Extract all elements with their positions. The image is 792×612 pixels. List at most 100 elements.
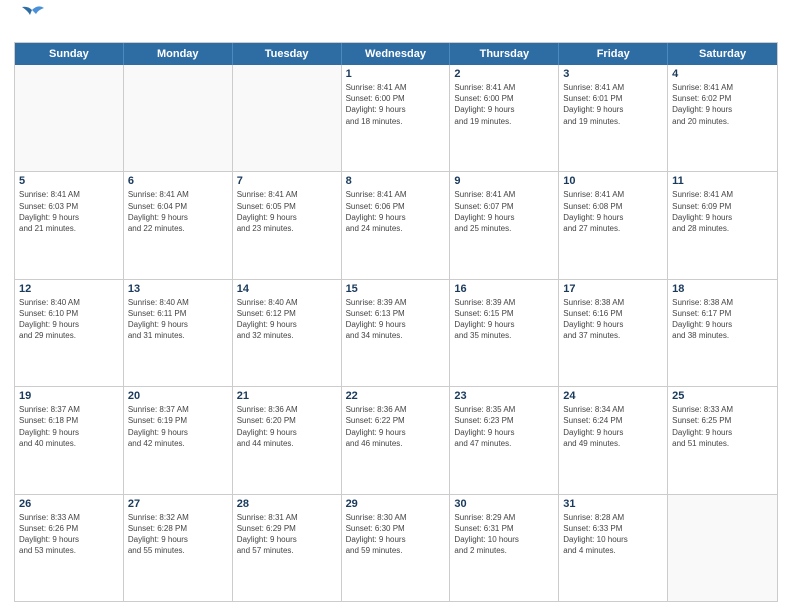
day-number: 30 (454, 498, 554, 510)
calendar-row-5: 26 Sunrise: 8:33 AM Sunset: 6:26 PM Dayli… (15, 495, 777, 601)
day-info: Sunrise: 8:28 AM Sunset: 6:33 PM Dayligh… (563, 512, 663, 557)
day-info: Sunrise: 8:36 AM Sunset: 6:22 PM Dayligh… (346, 404, 446, 449)
page: SundayMondayTuesdayWednesdayThursdayFrid… (0, 0, 792, 612)
day-cell-10: 10 Sunrise: 8:41 AM Sunset: 6:08 PM Dayli… (559, 172, 668, 278)
calendar-row-4: 19 Sunrise: 8:37 AM Sunset: 6:18 PM Dayli… (15, 387, 777, 494)
day-cell-empty-4-6 (668, 495, 777, 601)
day-number: 19 (19, 390, 119, 402)
weekday-header-saturday: Saturday (668, 43, 777, 65)
day-number: 24 (563, 390, 663, 402)
day-cell-19: 19 Sunrise: 8:37 AM Sunset: 6:18 PM Dayli… (15, 387, 124, 493)
day-info: Sunrise: 8:41 AM Sunset: 6:04 PM Dayligh… (128, 189, 228, 234)
day-cell-1: 1 Sunrise: 8:41 AM Sunset: 6:00 PM Daylig… (342, 65, 451, 171)
day-number: 11 (672, 175, 773, 187)
day-cell-28: 28 Sunrise: 8:31 AM Sunset: 6:29 PM Dayli… (233, 495, 342, 601)
day-info: Sunrise: 8:34 AM Sunset: 6:24 PM Dayligh… (563, 404, 663, 449)
day-number: 18 (672, 283, 773, 295)
weekday-header-tuesday: Tuesday (233, 43, 342, 65)
day-number: 14 (237, 283, 337, 295)
day-number: 21 (237, 390, 337, 402)
day-number: 6 (128, 175, 228, 187)
day-number: 5 (19, 175, 119, 187)
day-info: Sunrise: 8:33 AM Sunset: 6:26 PM Dayligh… (19, 512, 119, 557)
weekday-header-thursday: Thursday (450, 43, 559, 65)
day-cell-17: 17 Sunrise: 8:38 AM Sunset: 6:16 PM Dayli… (559, 280, 668, 386)
day-number: 15 (346, 283, 446, 295)
day-cell-31: 31 Sunrise: 8:28 AM Sunset: 6:33 PM Dayli… (559, 495, 668, 601)
day-number: 16 (454, 283, 554, 295)
day-cell-empty-0-0 (15, 65, 124, 171)
calendar-header: SundayMondayTuesdayWednesdayThursdayFrid… (15, 43, 777, 65)
day-cell-21: 21 Sunrise: 8:36 AM Sunset: 6:20 PM Dayli… (233, 387, 342, 493)
day-cell-4: 4Sunrise: 8:41 AM Sunset: 6:02 PM Daylig… (668, 65, 777, 171)
day-number: 25 (672, 390, 773, 402)
weekday-header-sunday: Sunday (15, 43, 124, 65)
calendar-row-1: 1 Sunrise: 8:41 AM Sunset: 6:00 PM Daylig… (15, 65, 777, 172)
day-info: Sunrise: 8:36 AM Sunset: 6:20 PM Dayligh… (237, 404, 337, 449)
day-number: 22 (346, 390, 446, 402)
day-cell-7: 7Sunrise: 8:41 AM Sunset: 6:05 PM Daylig… (233, 172, 342, 278)
day-cell-25: 25 Sunrise: 8:33 AM Sunset: 6:25 PM Dayli… (668, 387, 777, 493)
day-info: Sunrise: 8:37 AM Sunset: 6:18 PM Dayligh… (19, 404, 119, 449)
day-info: Sunrise: 8:30 AM Sunset: 6:30 PM Dayligh… (346, 512, 446, 557)
day-cell-5: 5Sunrise: 8:41 AM Sunset: 6:03 PM Daylig… (15, 172, 124, 278)
calendar-row-3: 12 Sunrise: 8:40 AM Sunset: 6:10 PM Dayli… (15, 280, 777, 387)
day-info: Sunrise: 8:41 AM Sunset: 6:05 PM Dayligh… (237, 189, 337, 234)
day-cell-24: 24 Sunrise: 8:34 AM Sunset: 6:24 PM Dayli… (559, 387, 668, 493)
day-cell-15: 15 Sunrise: 8:39 AM Sunset: 6:13 PM Dayli… (342, 280, 451, 386)
day-number: 26 (19, 498, 119, 510)
day-cell-empty-0-2 (233, 65, 342, 171)
day-cell-6: 6 Sunrise: 8:41 AM Sunset: 6:04 PM Daylig… (124, 172, 233, 278)
weekday-header-wednesday: Wednesday (342, 43, 451, 65)
day-info: Sunrise: 8:38 AM Sunset: 6:16 PM Dayligh… (563, 297, 663, 342)
day-cell-23: 23Sunrise: 8:35 AM Sunset: 6:23 PM Dayli… (450, 387, 559, 493)
day-cell-16: 16 Sunrise: 8:39 AM Sunset: 6:15 PM Dayli… (450, 280, 559, 386)
day-cell-12: 12 Sunrise: 8:40 AM Sunset: 6:10 PM Dayli… (15, 280, 124, 386)
day-cell-26: 26 Sunrise: 8:33 AM Sunset: 6:26 PM Dayli… (15, 495, 124, 601)
day-info: Sunrise: 8:33 AM Sunset: 6:25 PM Dayligh… (672, 404, 773, 449)
day-number: 10 (563, 175, 663, 187)
day-number: 3 (563, 68, 663, 80)
day-cell-9: 9Sunrise: 8:41 AM Sunset: 6:07 PM Daylig… (450, 172, 559, 278)
day-cell-20: 20 Sunrise: 8:37 AM Sunset: 6:19 PM Dayli… (124, 387, 233, 493)
day-info: Sunrise: 8:31 AM Sunset: 6:29 PM Dayligh… (237, 512, 337, 557)
day-cell-11: 11Sunrise: 8:41 AM Sunset: 6:09 PM Dayli… (668, 172, 777, 278)
day-cell-14: 14 Sunrise: 8:40 AM Sunset: 6:12 PM Dayli… (233, 280, 342, 386)
day-number: 28 (237, 498, 337, 510)
day-number: 17 (563, 283, 663, 295)
day-number: 1 (346, 68, 446, 80)
day-cell-empty-0-1 (124, 65, 233, 171)
day-number: 20 (128, 390, 228, 402)
day-info: Sunrise: 8:40 AM Sunset: 6:10 PM Dayligh… (19, 297, 119, 342)
day-info: Sunrise: 8:39 AM Sunset: 6:13 PM Dayligh… (346, 297, 446, 342)
header (14, 10, 778, 36)
calendar-body: 1 Sunrise: 8:41 AM Sunset: 6:00 PM Daylig… (15, 65, 777, 601)
day-number: 31 (563, 498, 663, 510)
calendar: SundayMondayTuesdayWednesdayThursdayFrid… (14, 42, 778, 602)
logo-bird-icon (18, 2, 46, 36)
day-info: Sunrise: 8:40 AM Sunset: 6:12 PM Dayligh… (237, 297, 337, 342)
day-info: Sunrise: 8:41 AM Sunset: 6:00 PM Dayligh… (454, 82, 554, 127)
day-info: Sunrise: 8:41 AM Sunset: 6:06 PM Dayligh… (346, 189, 446, 234)
day-info: Sunrise: 8:41 AM Sunset: 6:01 PM Dayligh… (563, 82, 663, 127)
day-info: Sunrise: 8:37 AM Sunset: 6:19 PM Dayligh… (128, 404, 228, 449)
day-number: 9 (454, 175, 554, 187)
day-number: 8 (346, 175, 446, 187)
day-cell-3: 3 Sunrise: 8:41 AM Sunset: 6:01 PM Daylig… (559, 65, 668, 171)
day-info: Sunrise: 8:41 AM Sunset: 6:00 PM Dayligh… (346, 82, 446, 127)
day-info: Sunrise: 8:39 AM Sunset: 6:15 PM Dayligh… (454, 297, 554, 342)
day-number: 29 (346, 498, 446, 510)
day-number: 12 (19, 283, 119, 295)
day-cell-30: 30 Sunrise: 8:29 AM Sunset: 6:31 PM Dayli… (450, 495, 559, 601)
day-info: Sunrise: 8:41 AM Sunset: 6:08 PM Dayligh… (563, 189, 663, 234)
day-info: Sunrise: 8:35 AM Sunset: 6:23 PM Dayligh… (454, 404, 554, 449)
day-number: 4 (672, 68, 773, 80)
logo (14, 10, 46, 36)
day-number: 2 (454, 68, 554, 80)
day-cell-22: 22 Sunrise: 8:36 AM Sunset: 6:22 PM Dayli… (342, 387, 451, 493)
day-cell-27: 27Sunrise: 8:32 AM Sunset: 6:28 PM Dayli… (124, 495, 233, 601)
day-cell-8: 8 Sunrise: 8:41 AM Sunset: 6:06 PM Daylig… (342, 172, 451, 278)
day-info: Sunrise: 8:38 AM Sunset: 6:17 PM Dayligh… (672, 297, 773, 342)
day-info: Sunrise: 8:29 AM Sunset: 6:31 PM Dayligh… (454, 512, 554, 557)
day-cell-18: 18 Sunrise: 8:38 AM Sunset: 6:17 PM Dayli… (668, 280, 777, 386)
